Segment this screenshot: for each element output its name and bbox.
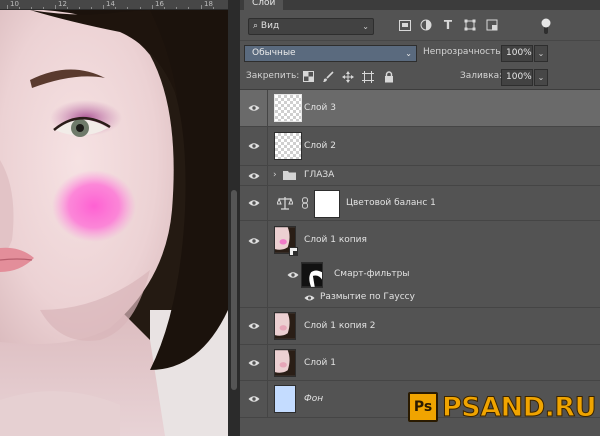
layer-row-sloy-3[interactable]: Слой 3 (240, 90, 600, 127)
horizontal-ruler: 10 12 14 16 18 (0, 0, 228, 10)
chevron-down-icon: ⌄ (362, 22, 369, 31)
layer-name: ГЛАЗА (304, 170, 335, 180)
visibility-toggle[interactable] (240, 221, 268, 260)
lock-transparent-pixels-icon[interactable] (301, 69, 316, 84)
smart-object-badge-icon (289, 247, 298, 256)
opacity-input[interactable]: 100% (501, 45, 533, 62)
layer-filter-row: ⌕ Вид ⌄ T (240, 12, 600, 40)
portrait-photo (0, 10, 228, 436)
layer-row-color-balance[interactable]: Цветовой баланс 1 (240, 186, 600, 221)
blend-mode-select[interactable]: Обычные ⌄ (244, 45, 417, 62)
visibility-toggle[interactable] (240, 127, 268, 165)
visibility-spacer (240, 289, 268, 307)
layer-name: Слой 2 (304, 141, 336, 151)
filter-toggle-switch[interactable] (537, 17, 555, 35)
layer-row-gaussian-blur[interactable]: Размытие по Гауссу (240, 289, 600, 308)
layer-thumbnail (274, 94, 302, 122)
smart-filter-mask-thumbnail[interactable] (301, 262, 323, 288)
layer-thumbnail (274, 132, 302, 160)
lock-row: Закрепить: Заливка: 100% ⌄ (240, 64, 600, 90)
eye-icon (248, 172, 259, 179)
folder-icon (283, 171, 296, 180)
visibility-toggle[interactable] (240, 345, 268, 380)
visibility-toggle[interactable] (240, 166, 268, 185)
eye-icon (248, 323, 259, 329)
search-icon: ⌕ (253, 21, 259, 31)
eye-icon (248, 237, 259, 244)
lock-position-icon[interactable] (340, 69, 355, 84)
eye-icon (248, 200, 259, 206)
ruler-label: 10 (10, 0, 19, 8)
layers-list: Слой 3 Слой 2 › ГЛАЗА Цветовой баланс 1 … (240, 90, 600, 436)
opacity-dropdown-icon[interactable]: ⌄ (534, 45, 548, 62)
layer-group-glaza[interactable]: › ГЛАЗА (240, 166, 600, 186)
layer-row-sloy-1[interactable]: Слой 1 (240, 345, 600, 381)
type-filter-icon[interactable]: T (441, 18, 455, 32)
layer-row-sloy-2[interactable]: Слой 2 (240, 127, 600, 166)
ruler-label: 14 (106, 0, 115, 8)
ruler-label: 18 (204, 0, 213, 8)
filter-kind-select[interactable]: ⌕ Вид ⌄ (248, 18, 374, 35)
layer-name: Цветовой баланс 1 (346, 198, 436, 208)
balance-scale-icon (277, 197, 293, 210)
blend-row: Обычные ⌄ Непрозрачность: 100% ⌄ (240, 40, 600, 64)
canvas-vertical-scrollbar[interactable] (228, 0, 240, 436)
layer-name: Фон (304, 394, 324, 404)
scrollbar-thumb[interactable] (231, 190, 237, 390)
site-watermark: Ps PSAND.RU (408, 388, 597, 428)
visibility-toggle[interactable] (240, 90, 268, 126)
eye-icon (248, 105, 259, 111)
chevron-right-icon[interactable]: › (273, 170, 277, 180)
lock-all-icon[interactable] (381, 69, 396, 84)
filter-kind-label: Вид (260, 21, 280, 31)
layer-thumbnail (274, 312, 296, 340)
layer-name: Слой 1 (304, 358, 336, 368)
layer-row-smart-filters[interactable]: Смарт-фильтры (240, 260, 600, 289)
eye-icon (248, 396, 259, 402)
eye-icon[interactable] (304, 294, 315, 302)
eye-icon (248, 143, 259, 149)
ps-logo-icon: Ps (408, 392, 438, 422)
panel-tab-bar: Слои (240, 0, 600, 10)
visibility-spacer (240, 260, 268, 289)
layer-name: Слой 3 (304, 103, 336, 113)
blend-mode-value: Обычные (252, 48, 296, 58)
visibility-toggle[interactable] (240, 186, 268, 220)
lock-label: Закрепить: (246, 71, 300, 81)
layer-thumbnail (274, 385, 296, 413)
layer-thumbnail (274, 349, 296, 377)
layers-panel: Слои ⌕ Вид ⌄ T Обычные ⌄ Непрозрачность:… (240, 0, 600, 436)
opacity-label: Непрозрачность: (423, 47, 504, 57)
ruler-label: 12 (58, 0, 67, 8)
shape-filter-icon[interactable] (463, 18, 477, 32)
eye-icon (248, 359, 259, 366)
fill-label: Заливка: (460, 71, 503, 81)
layer-row-sloy-1-kopiya-2[interactable]: Слой 1 копия 2 (240, 308, 600, 345)
visibility-toggle[interactable] (240, 381, 268, 417)
image-filter-icon[interactable] (398, 18, 412, 32)
eye-icon[interactable] (287, 271, 299, 279)
layer-row-sloy-1-kopiya[interactable]: Слой 1 копия (240, 221, 600, 260)
visibility-toggle[interactable] (240, 308, 268, 344)
layer-name: Смарт-фильтры (334, 269, 410, 279)
chevron-down-icon: ⌄ (405, 49, 412, 58)
lock-image-pixels-icon[interactable] (320, 69, 335, 84)
watermark-text: PSAND.RU (441, 392, 597, 424)
tab-layers[interactable]: Слои (244, 0, 284, 10)
adjustment-filter-icon[interactable] (419, 18, 433, 32)
fill-input[interactable]: 100% (501, 69, 533, 86)
layer-name: Слой 1 копия 2 (304, 321, 376, 331)
layer-name: Слой 1 копия (304, 235, 367, 245)
layer-mask-link-icon[interactable] (301, 197, 309, 209)
document-canvas[interactable]: 10 12 14 16 18 (0, 0, 228, 436)
fill-dropdown-icon[interactable]: ⌄ (534, 69, 548, 86)
layer-mask-thumbnail[interactable] (314, 190, 340, 218)
layer-name: Размытие по Гауссу (320, 292, 415, 302)
smart-object-filter-icon[interactable] (485, 18, 499, 32)
ruler-label: 16 (155, 0, 164, 8)
lock-artboard-icon[interactable] (360, 69, 375, 84)
